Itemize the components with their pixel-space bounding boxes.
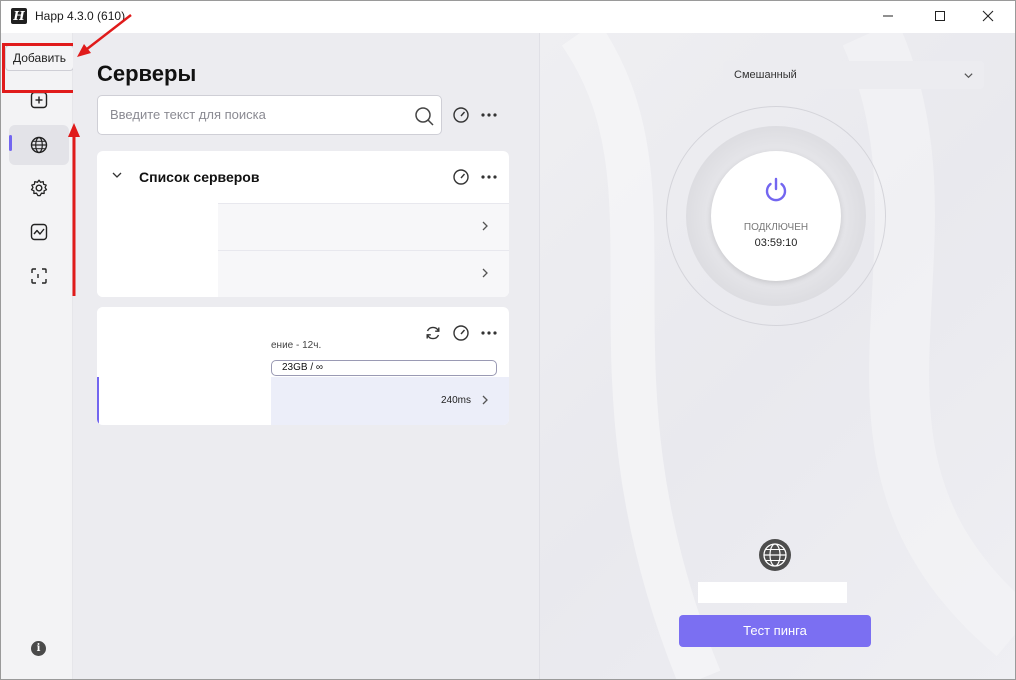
ping-all-button[interactable]	[449, 103, 473, 127]
info-icon[interactable]: i	[31, 641, 46, 656]
gear-icon	[30, 179, 48, 197]
chevron-right-icon	[482, 268, 488, 278]
server-group-card: Список серверов	[97, 151, 509, 297]
page-title: Серверы	[97, 61, 197, 86]
chart-icon	[30, 223, 48, 241]
search-input[interactable]: Введите текст для поиска	[97, 95, 442, 135]
mode-select[interactable]: Смешанный	[723, 61, 984, 89]
plus-square-icon	[30, 91, 48, 109]
more-dots-icon	[481, 175, 497, 179]
server-ping: 240ms	[440, 395, 471, 406]
close-button[interactable]	[965, 1, 1011, 31]
search-icon[interactable]	[413, 105, 435, 127]
group-header[interactable]: Список серверов	[97, 151, 509, 201]
connection-panel: Смешанный ПОДКЛЮЧЕН 03:59:10 Тест пинга	[539, 33, 1015, 679]
title-bar: H Happ 4.3.0 (610)	[1, 1, 1015, 33]
app-logo: H	[11, 8, 27, 24]
scan-icon	[31, 268, 47, 284]
highlight-box	[2, 43, 76, 93]
power-button[interactable]: ПОДКЛЮЧЕН 03:59:10	[711, 151, 841, 281]
nav-routing-button[interactable]	[9, 256, 69, 296]
group-title: Список серверов	[139, 169, 260, 185]
refresh-icon	[426, 326, 440, 340]
speedometer-icon	[453, 325, 469, 341]
side-nav: Добавить i	[1, 33, 75, 679]
nav-stats-button[interactable]	[9, 212, 69, 252]
subscription-card: ение - 12ч. 23GB / ∞ 240ms	[97, 307, 509, 425]
ping-test-button[interactable]: Тест пинга	[679, 615, 871, 647]
ip-address-box	[698, 582, 847, 603]
window-title: Happ 4.3.0 (610)	[35, 9, 126, 23]
maximize-icon	[935, 11, 945, 21]
servers-panel: Серверы Введите текст для поиска Список …	[73, 33, 539, 679]
mode-label: Смешанный	[734, 69, 797, 81]
group-ping-button[interactable]	[449, 165, 473, 189]
redacted-area	[99, 357, 271, 425]
globe-icon	[759, 539, 791, 571]
subscription-more-button[interactable]	[477, 321, 501, 345]
active-indicator	[9, 135, 12, 151]
chevron-down-icon[interactable]	[111, 169, 123, 181]
speedometer-icon	[453, 107, 469, 123]
connection-timer: 03:59:10	[754, 237, 798, 249]
nav-settings-button[interactable]	[9, 168, 69, 208]
app-window: H Happ 4.3.0 (610) Добавить i Серверы Вв…	[0, 0, 1016, 680]
more-button[interactable]	[477, 103, 501, 127]
chevron-down-icon	[964, 73, 973, 79]
globe-icon	[30, 136, 48, 154]
minimize-icon	[883, 15, 893, 17]
chevron-right-icon	[482, 221, 488, 231]
more-dots-icon	[481, 113, 497, 117]
chevron-right-icon	[482, 395, 488, 405]
power-icon	[765, 177, 787, 202]
search-placeholder: Введите текст для поиска	[110, 107, 266, 122]
redacted-area	[97, 203, 218, 297]
subscription-ping-button[interactable]	[449, 321, 473, 345]
refresh-button[interactable]	[421, 321, 445, 345]
traffic-usage: 23GB / ∞	[271, 360, 497, 376]
close-icon	[982, 10, 994, 22]
nav-servers-button[interactable]	[9, 125, 69, 165]
speedometer-icon	[453, 169, 469, 185]
more-dots-icon	[481, 331, 497, 335]
minimize-button[interactable]	[865, 1, 911, 31]
subscription-note: ение - 12ч.	[271, 340, 322, 351]
group-more-button[interactable]	[477, 165, 501, 189]
connection-status: ПОДКЛЮЧЕН	[743, 222, 809, 233]
redacted-area	[97, 307, 271, 357]
maximize-button[interactable]	[917, 1, 963, 31]
